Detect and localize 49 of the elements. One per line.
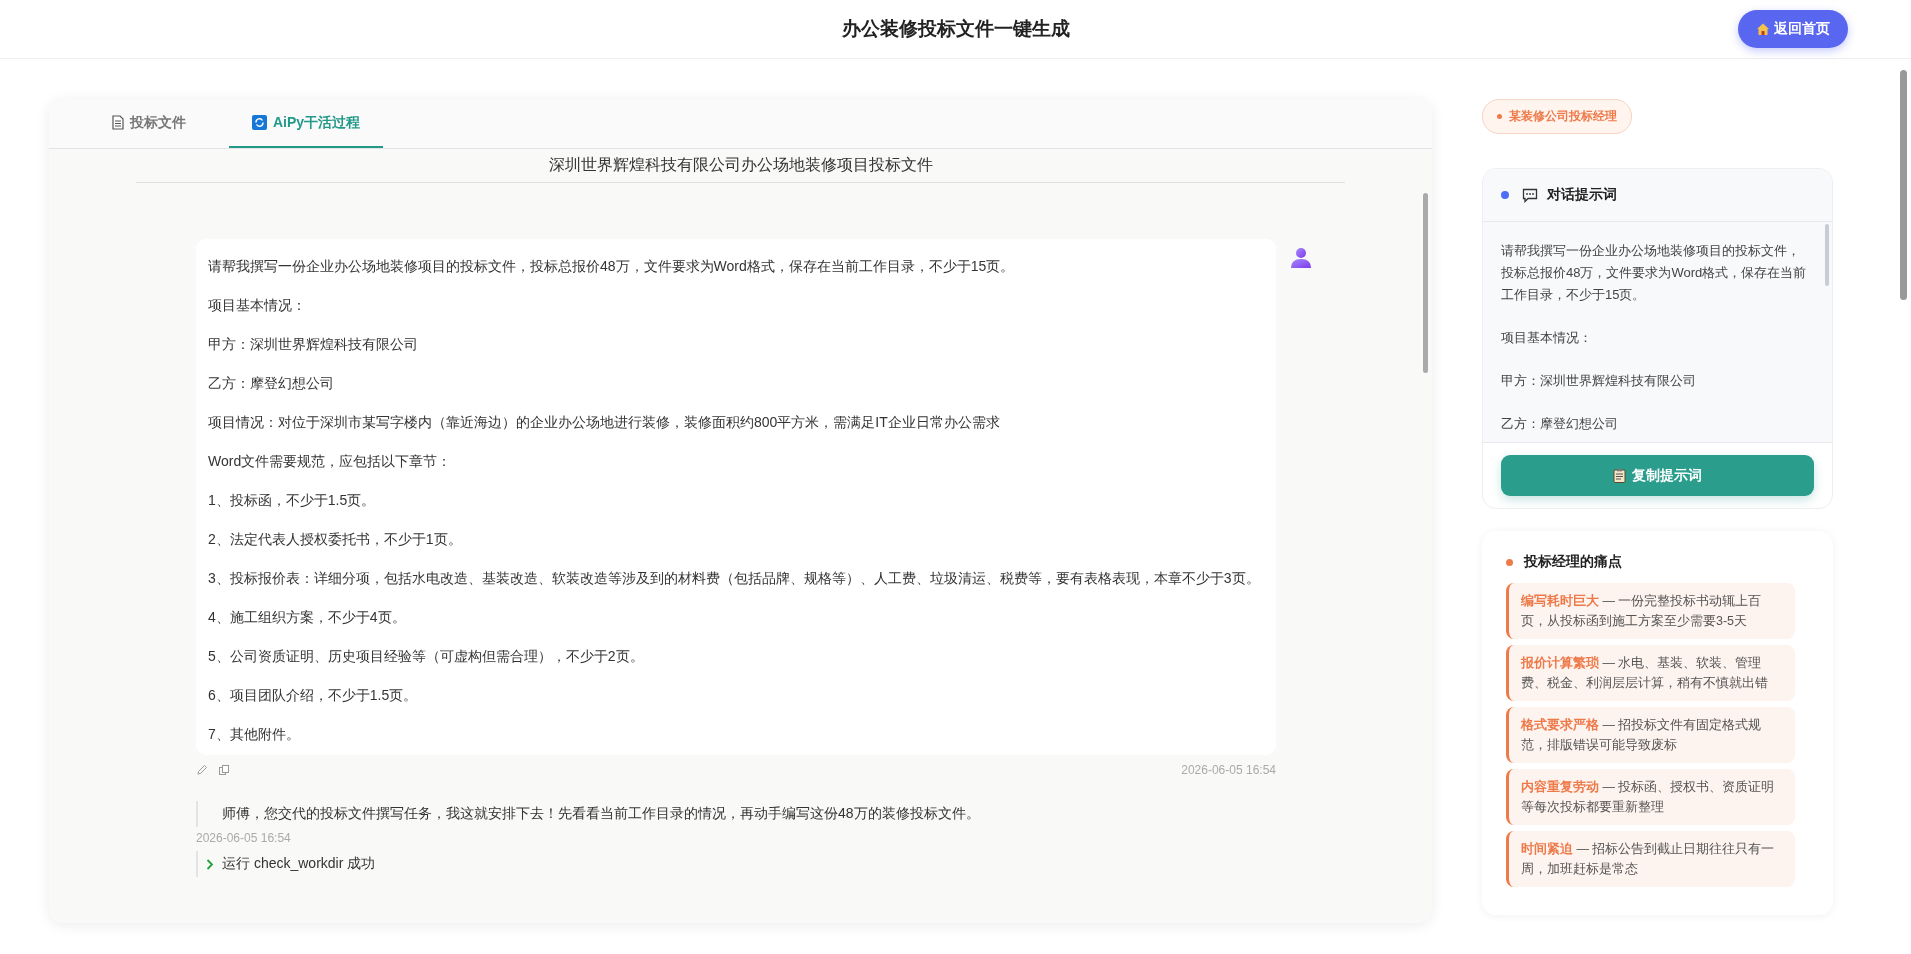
pain-point-item: 编写耗时巨大 — 一份完整投标书动辄上百页，从投标函到施工方案至少需要3-5天 bbox=[1506, 583, 1795, 639]
user-avatar-icon bbox=[1290, 247, 1312, 269]
page-title: 办公装修投标文件一键生成 bbox=[841, 17, 1070, 41]
page-scrollbar[interactable] bbox=[1900, 70, 1907, 300]
step-text: 运行 check_workdir 成功 bbox=[222, 855, 376, 873]
copy-prompt-button[interactable]: 复制提示词 bbox=[1501, 455, 1814, 496]
reply-time: 2026-06-05 16:54 bbox=[196, 831, 292, 845]
pain-point-item: 格式要求严格 — 招投标文件有固定格式规范，排版错误可能导致废标 bbox=[1506, 707, 1795, 763]
prompt-card-title: 对话提示词 bbox=[1547, 186, 1617, 204]
message-text: 甲方：深圳世界辉煌科技有限公司 bbox=[208, 335, 419, 354]
message-text: 请帮我撰写一份企业办公场地装修项目的投标文件，投标总报价48万，文件要求为Word格式，保存在当前工作目录，不少于15页。 bbox=[208, 257, 1016, 276]
message-text: 4、施工组织方案，不少于4页。 bbox=[208, 608, 407, 627]
home-button[interactable]: 返回首页 bbox=[1738, 10, 1848, 48]
message-text: 项目情况：对位于深圳市某写字楼内（靠近海边）的企业办公场地进行装修，装修面积约800平方米，需满足IT企业日常办公需求 bbox=[208, 413, 1001, 432]
message-text: 项目基本情况： bbox=[208, 296, 307, 315]
tab[interactable]: 投标文件 bbox=[89, 99, 209, 148]
chevron-icon bbox=[206, 858, 214, 870]
scrollbar[interactable] bbox=[1825, 224, 1829, 286]
pain-point-item: 时间紧迫 — 招标公告到截止日期往往只有一周，加班赶标是常态 bbox=[1506, 831, 1795, 887]
message-text: 3、投标报价表：详细分项，包括水电改造、基装改造、软装改造等涉及到的材料费（包括品牌、规格等）、人工费、垃圾清运、税费等，要有表格表现，本章不少于3页。 bbox=[208, 569, 1261, 588]
bullet-icon bbox=[1506, 558, 1513, 566]
prompt-text: 项目基本情况： bbox=[1501, 329, 1593, 347]
status-dot-icon bbox=[1501, 191, 1509, 199]
pencil-icon[interactable] bbox=[196, 764, 208, 776]
prompt-text: 请帮我撰写一份企业办公场地装修项目的投标文件，投标总报价48万，文件要求为Word格式，保存在当前工作目录，不少于15页。 bbox=[1501, 242, 1808, 304]
message-text: 5、公司资质证明、历史项目经验等（可虚构但需合理），不少于2页。 bbox=[208, 647, 645, 666]
document-title: 深圳世界辉煌科技有限公司办公场地装修项目投标文件 bbox=[136, 149, 1345, 183]
pain-points-title: 投标经理的痛点 bbox=[1524, 553, 1622, 571]
pain-point-item: 内容重复劳动 — 投标函、授权书、资质证明等每次投标都要重新整理 bbox=[1506, 769, 1795, 825]
message-text: 2、法定代表人授权委托书，不少于1页。 bbox=[208, 530, 463, 549]
document-icon bbox=[112, 115, 124, 130]
message-text: 6、项目团队介绍，不少于1.5页。 bbox=[208, 686, 419, 705]
copy-icon[interactable] bbox=[218, 764, 230, 776]
refresh-icon bbox=[252, 115, 267, 130]
message-text: 1、投标函，不少于1.5页。 bbox=[208, 491, 377, 510]
tab[interactable]: AiPy干活过程 bbox=[229, 99, 384, 148]
scrollbar[interactable] bbox=[1423, 193, 1428, 373]
chat-bubble-icon bbox=[1522, 187, 1538, 203]
clipboard-icon bbox=[1613, 468, 1626, 483]
role-badge: 某装修公司投标经理 bbox=[1482, 99, 1632, 134]
reply-text: 师傅，您交代的投标文件撰写任务，我这就安排下去！先看看当前工作目录的情况，再动手编写这份48万的装修投标文件。 bbox=[196, 801, 1432, 827]
message-text: 乙方：摩登幻想公司 bbox=[208, 374, 335, 393]
pain-point-item: 报价计算繁琐 — 水电、基装、软装、管理费、税金、利润层层计算，稍有不慎就出错 bbox=[1506, 645, 1795, 701]
message-time: 2026-06-05 16:54 bbox=[1181, 763, 1276, 777]
message-text: Word文件需要规范，应包括以下章节： bbox=[208, 452, 453, 471]
prompt-text: 乙方：摩登幻想公司 bbox=[1501, 415, 1619, 433]
message-text: 7、其他附件。 bbox=[208, 725, 301, 744]
house-icon bbox=[1756, 22, 1770, 36]
prompt-text: 甲方：深圳世界辉煌科技有限公司 bbox=[1501, 372, 1697, 390]
